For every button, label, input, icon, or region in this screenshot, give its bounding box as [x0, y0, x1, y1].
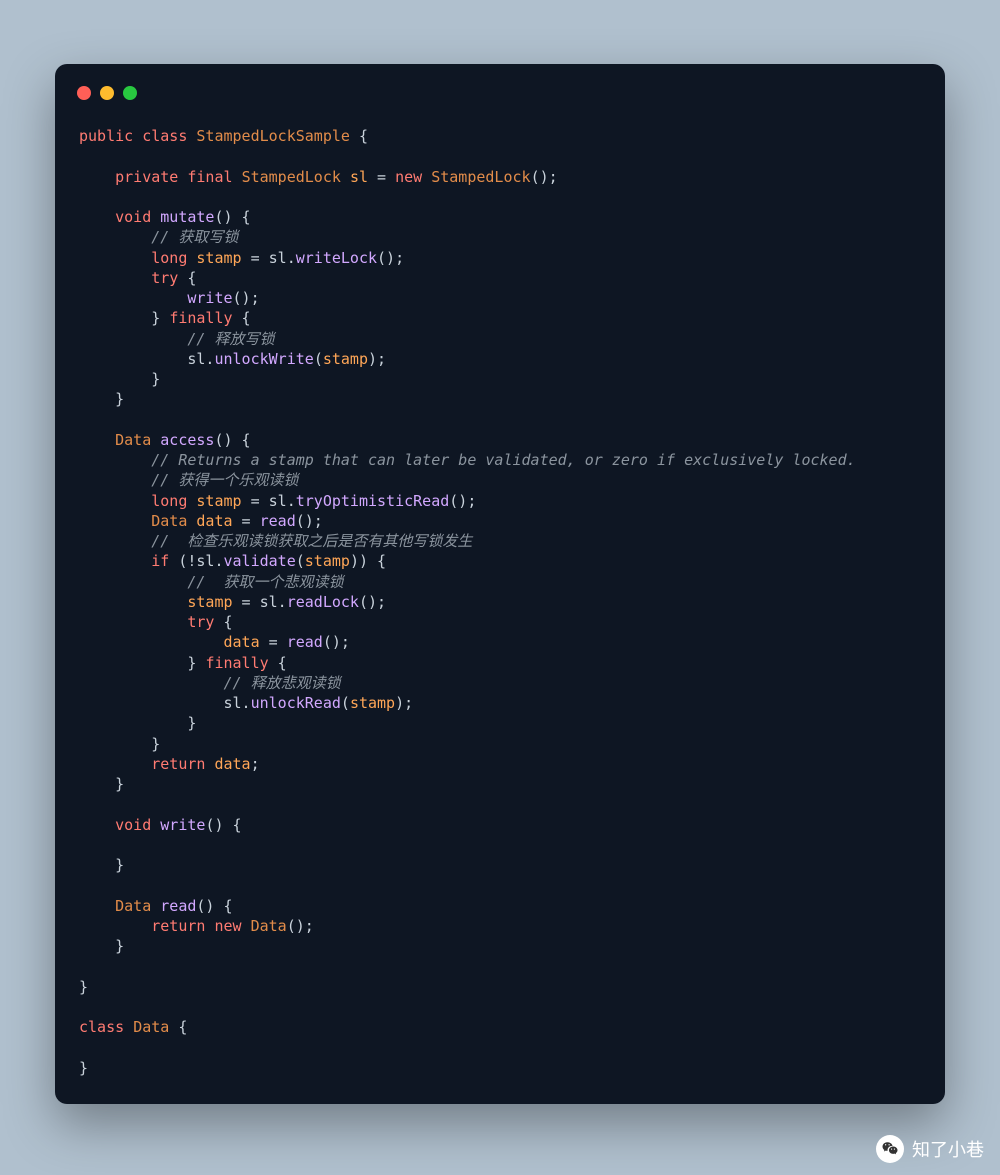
watermark: 知了小巷 — [876, 1135, 984, 1163]
code-line: public class StampedLockSample { — [79, 126, 929, 146]
code-line: } — [79, 734, 929, 754]
code-line: Data access() { — [79, 430, 929, 450]
code-line — [79, 146, 929, 166]
code-line: private final StampedLock sl = new Stamp… — [79, 167, 929, 187]
code-line: Data data = read(); — [79, 511, 929, 531]
code-window: public class StampedLockSample { private… — [55, 64, 945, 1104]
code-line: void write() { — [79, 815, 929, 835]
code-line: // 释放写锁 — [79, 329, 929, 349]
code-line: return new Data(); — [79, 916, 929, 936]
code-line: return data; — [79, 754, 929, 774]
code-line — [79, 835, 929, 855]
minimize-button[interactable] — [100, 86, 114, 100]
watermark-label: 知了小巷 — [912, 1136, 984, 1162]
code-line: } — [79, 977, 929, 997]
code-line — [79, 997, 929, 1017]
code-line: sl.unlockRead(stamp); — [79, 693, 929, 713]
code-line: long stamp = sl.writeLock(); — [79, 248, 929, 268]
code-line: // 获取一个悲观读锁 — [79, 572, 929, 592]
code-line — [79, 875, 929, 895]
code-line: void mutate() { — [79, 207, 929, 227]
code-line: if (!sl.validate(stamp)) { — [79, 551, 929, 571]
code-line: stamp = sl.readLock(); — [79, 592, 929, 612]
code-line: // 释放悲观读锁 — [79, 673, 929, 693]
code-line: } — [79, 389, 929, 409]
code-line: } — [79, 855, 929, 875]
code-line: // 检查乐观读锁获取之后是否有其他写锁发生 — [79, 531, 929, 551]
code-line: } finally { — [79, 308, 929, 328]
maximize-button[interactable] — [123, 86, 137, 100]
code-line — [79, 956, 929, 976]
close-button[interactable] — [77, 86, 91, 100]
code-line: data = read(); — [79, 632, 929, 652]
code-line — [79, 1037, 929, 1057]
traffic-lights — [77, 86, 137, 100]
code-block: public class StampedLockSample { private… — [79, 126, 929, 1078]
code-line: class Data { — [79, 1017, 929, 1037]
code-line: } — [79, 713, 929, 733]
code-line: // 获得一个乐观读锁 — [79, 470, 929, 490]
code-line: Data read() { — [79, 896, 929, 916]
code-line: } — [79, 936, 929, 956]
code-line: try { — [79, 612, 929, 632]
code-line: } — [79, 1058, 929, 1078]
code-line — [79, 410, 929, 430]
code-line: write(); — [79, 288, 929, 308]
code-line — [79, 187, 929, 207]
code-line: } finally { — [79, 653, 929, 673]
code-line: sl.unlockWrite(stamp); — [79, 349, 929, 369]
code-line: long stamp = sl.tryOptimisticRead(); — [79, 491, 929, 511]
code-line: try { — [79, 268, 929, 288]
code-line: } — [79, 369, 929, 389]
wechat-icon — [876, 1135, 904, 1163]
code-line: } — [79, 774, 929, 794]
code-line: // 获取写锁 — [79, 227, 929, 247]
code-line: // Returns a stamp that can later be val… — [79, 450, 929, 470]
code-line — [79, 794, 929, 814]
